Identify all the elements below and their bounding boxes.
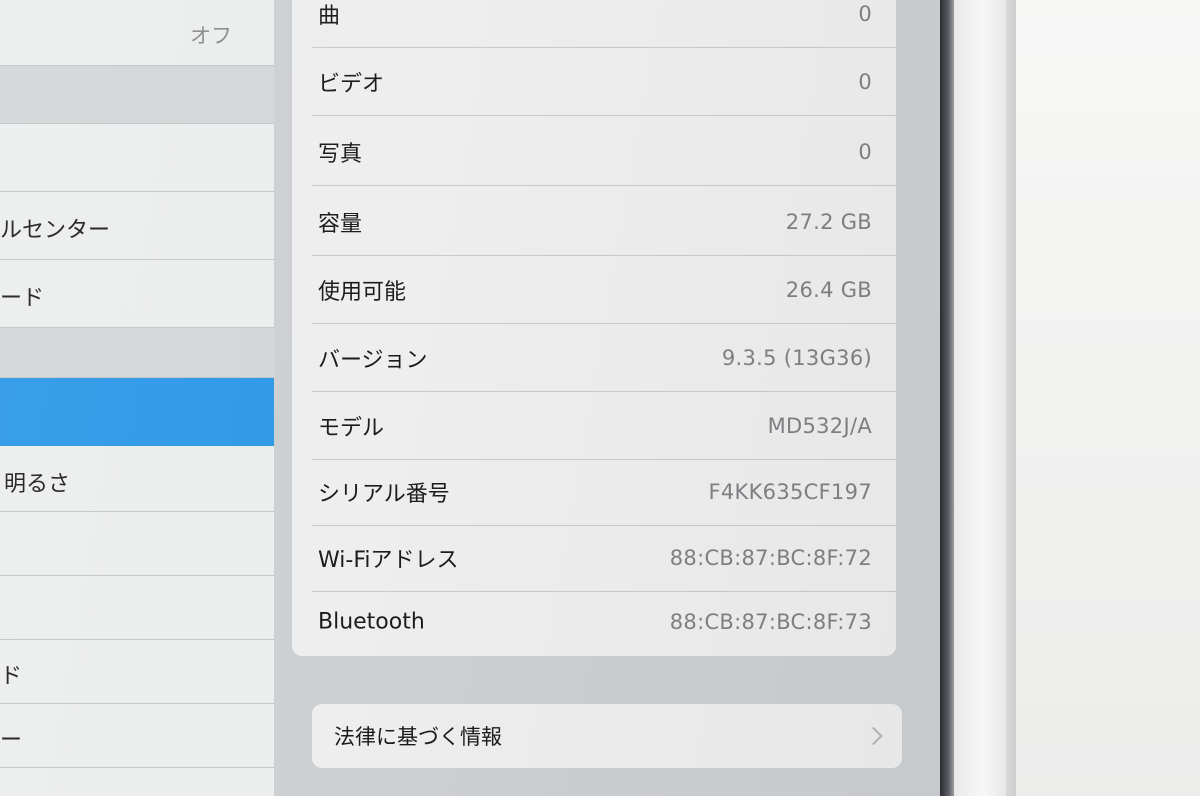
info-row-version: バージョン 9.3.5 (13G36): [292, 324, 896, 392]
info-value: 27.2 GB: [785, 210, 872, 234]
background-surface: [1016, 0, 1200, 796]
info-row-capacity: 容量 27.2 GB: [292, 188, 896, 256]
sidebar-item-battery[interactable]: ー: [0, 704, 274, 768]
ipad-screen: オフ ルセンター ード 明るさ ド ー 曲 0 ビデオ 0 写真 0 容量 27…: [0, 0, 940, 796]
sidebar-row-label: ード: [0, 286, 45, 311]
info-label: Bluetooth: [318, 609, 425, 635]
info-row-videos: ビデオ 0: [292, 48, 896, 116]
info-value: MD532J/A: [767, 414, 872, 438]
sidebar-item-general-selected[interactable]: [0, 378, 274, 446]
sidebar-row-toggle[interactable]: オフ: [0, 0, 274, 66]
legal-information-label: 法律に基づく情報: [334, 725, 502, 749]
sidebar-item-notification-center[interactable]: ルセンター: [0, 192, 274, 260]
sidebar-item-passcode[interactable]: ド: [0, 640, 274, 704]
info-value: 0: [858, 140, 872, 164]
info-value: 26.4 GB: [785, 278, 872, 302]
info-label: 使用可能: [318, 280, 407, 305]
sidebar-item-mode[interactable]: ード: [0, 260, 274, 328]
info-row-photos: 写真 0: [292, 118, 896, 186]
sidebar-row-value: オフ: [190, 24, 232, 48]
sidebar-row-label: ー: [0, 728, 23, 753]
info-row-wifi-address: Wi-Fiアドレス 88:CB:87:BC:8F:72: [292, 524, 896, 592]
info-value: 88:CB:87:BC:8F:72: [669, 546, 872, 570]
info-label: バージョン: [318, 348, 428, 373]
chevron-right-icon: [864, 726, 883, 746]
sidebar-row-label: 明るさ: [4, 472, 71, 497]
sidebar-group-gap: [0, 328, 274, 378]
info-value: 9.3.5 (13G36): [721, 346, 872, 370]
info-row-available: 使用可能 26.4 GB: [292, 256, 896, 324]
info-value: F4KK635CF197: [708, 480, 872, 504]
info-value: 0: [858, 2, 872, 26]
sidebar-row[interactable]: [0, 512, 274, 576]
info-value: 0: [858, 70, 872, 94]
info-row-bluetooth: Bluetooth 88:CB:87:BC:8F:73: [292, 588, 896, 656]
about-info-group: 曲 0 ビデオ 0 写真 0 容量 27.2 GB 使用可能 26.4 GB バ…: [292, 0, 896, 656]
sidebar-row[interactable]: [0, 576, 274, 640]
info-label: 写真: [318, 142, 363, 167]
info-value: 88:CB:87:BC:8F:73: [669, 610, 872, 634]
info-label: モデル: [318, 416, 385, 441]
info-label: ビデオ: [318, 72, 385, 97]
sidebar-row-label: ド: [0, 664, 23, 689]
info-label: 曲: [318, 4, 341, 29]
settings-sidebar: オフ ルセンター ード 明るさ ド ー: [0, 0, 274, 796]
device-bezel: [954, 0, 1014, 796]
screen-edge: [940, 0, 954, 796]
info-row-model: モデル MD532J/A: [292, 392, 896, 460]
info-label: シリアル番号: [318, 482, 450, 507]
info-row-serial-number: シリアル番号 F4KK635CF197: [292, 458, 896, 526]
sidebar-row-label: ルセンター: [0, 218, 111, 243]
info-row-songs: 曲 0: [292, 0, 896, 48]
info-label: Wi-Fiアドレス: [318, 548, 459, 573]
sidebar-row[interactable]: [0, 124, 274, 192]
info-label: 容量: [318, 212, 363, 237]
sidebar-item-display-brightness[interactable]: 明るさ: [0, 446, 274, 512]
legal-information-button[interactable]: 法律に基づく情報: [312, 704, 902, 768]
sidebar-row[interactable]: [0, 768, 274, 796]
about-detail-pane: 曲 0 ビデオ 0 写真 0 容量 27.2 GB 使用可能 26.4 GB バ…: [274, 0, 940, 796]
device-side-edge: [1006, 0, 1016, 796]
sidebar-group-gap: [0, 66, 274, 124]
